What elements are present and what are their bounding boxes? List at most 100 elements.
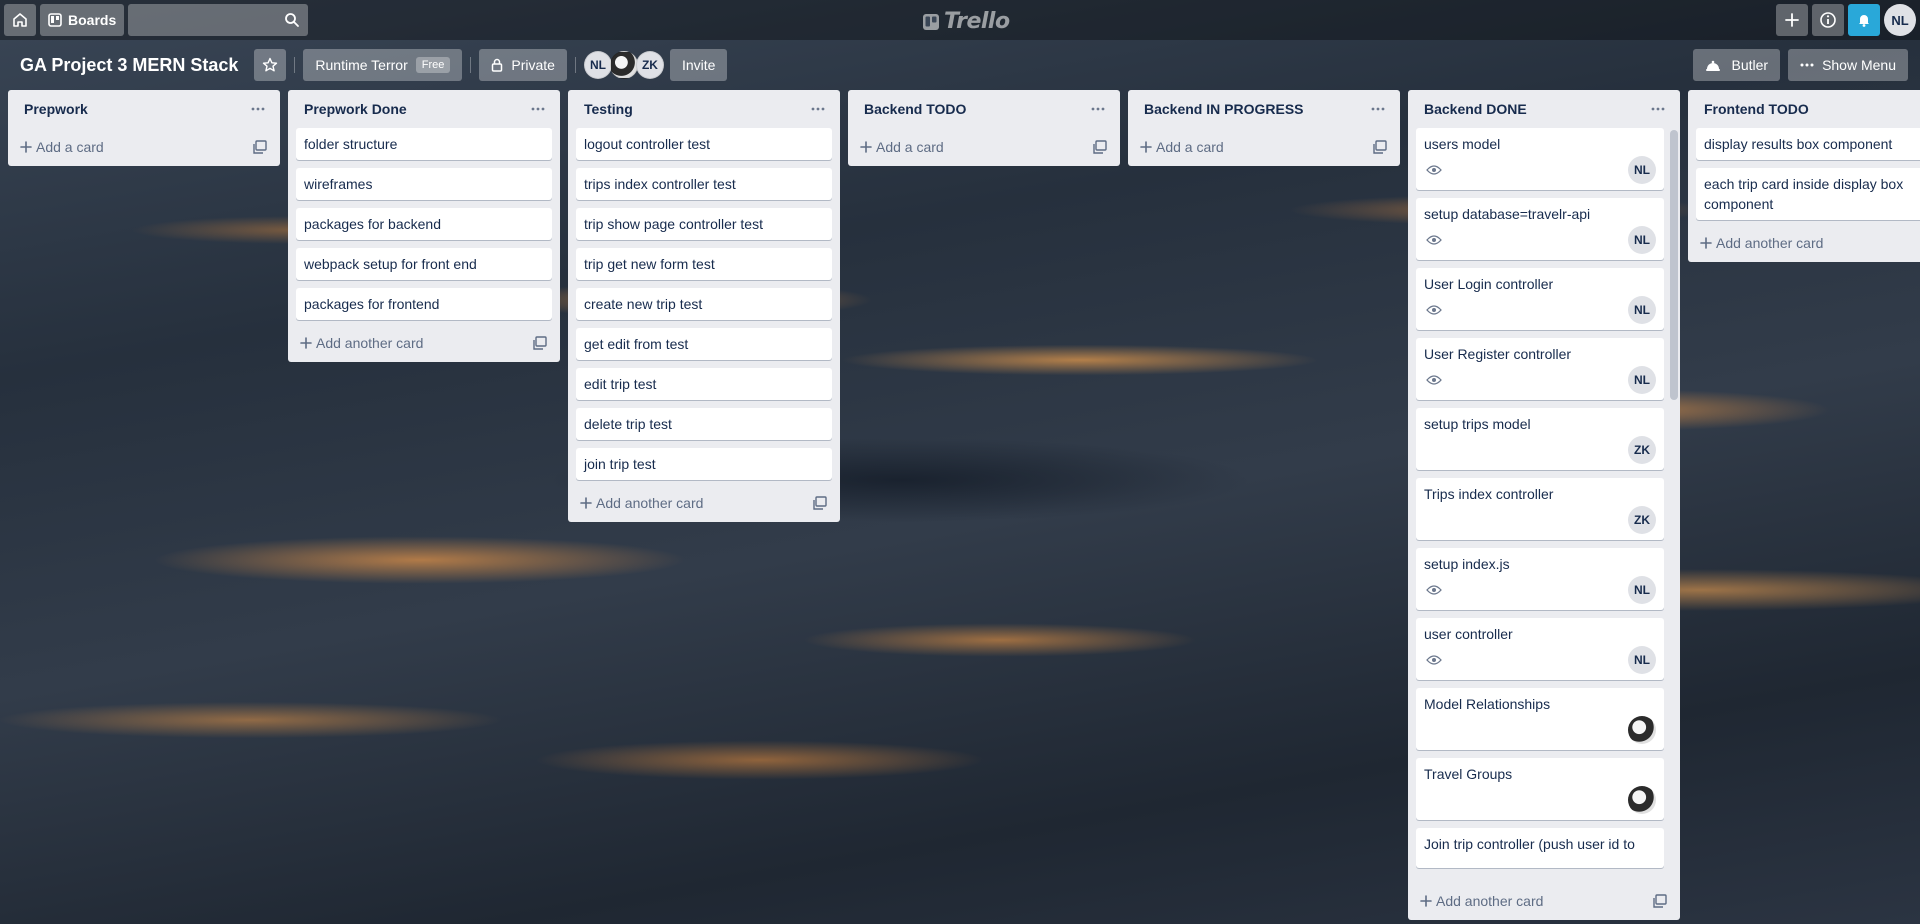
team-button[interactable]: Runtime Terror Free xyxy=(303,49,463,81)
card-member-avatar[interactable]: NL xyxy=(1628,366,1656,394)
search-input[interactable] xyxy=(128,4,309,36)
list-title[interactable]: Backend DONE xyxy=(1424,101,1527,117)
list-header[interactable]: Backend IN PROGRESS xyxy=(1128,90,1400,128)
list-title[interactable]: Frontend TODO xyxy=(1704,101,1809,117)
list-header[interactable]: Prepwork Done xyxy=(288,90,560,128)
list-title[interactable]: Backend TODO xyxy=(864,101,966,117)
card-member-avatar-photo[interactable] xyxy=(1628,716,1656,744)
create-from-template-button[interactable] xyxy=(808,491,832,515)
list-menu-button[interactable] xyxy=(526,97,550,121)
info-icon xyxy=(1820,12,1836,28)
card[interactable]: join trip test xyxy=(576,448,832,480)
list-backend-todo[interactable]: Backend TODO Add a card xyxy=(848,90,1120,166)
list-menu-button[interactable] xyxy=(1646,97,1670,121)
user-avatar[interactable]: NL xyxy=(1884,4,1916,36)
create-from-template-button[interactable] xyxy=(1088,135,1112,159)
notifications-button[interactable] xyxy=(1848,4,1880,36)
card-member-avatar[interactable]: NL xyxy=(1628,576,1656,604)
list-header[interactable]: Testing xyxy=(568,90,840,128)
star-board-button[interactable] xyxy=(254,49,287,81)
list-header[interactable]: Backend DONE xyxy=(1408,90,1680,128)
add-card-button[interactable]: Add a card xyxy=(16,139,108,155)
list-menu-button[interactable] xyxy=(246,97,270,121)
card[interactable]: logout controller test xyxy=(576,128,832,160)
card[interactable]: setup trips model ZK xyxy=(1416,408,1664,470)
card[interactable]: display results box component xyxy=(1696,128,1920,160)
card[interactable]: edit trip test xyxy=(576,368,832,400)
card[interactable]: trips index controller test xyxy=(576,168,832,200)
card-member-avatar[interactable]: NL xyxy=(1628,646,1656,674)
boards-button[interactable]: Boards xyxy=(40,4,125,36)
member-avatar-photo[interactable] xyxy=(609,51,638,79)
list-header[interactable]: Frontend TODO xyxy=(1688,90,1920,128)
add-card-button[interactable]: Add another card xyxy=(576,495,707,511)
butler-button[interactable]: Butler xyxy=(1693,49,1781,81)
search-icon[interactable] xyxy=(284,12,300,28)
plus-icon xyxy=(1420,895,1432,907)
card[interactable]: webpack setup for front end xyxy=(296,248,552,280)
list-title[interactable]: Prepwork Done xyxy=(304,101,407,117)
create-from-template-button[interactable] xyxy=(1368,135,1392,159)
create-from-template-button[interactable] xyxy=(1648,889,1672,913)
card-member-avatar[interactable]: ZK xyxy=(1628,436,1656,464)
card[interactable]: setup database=travelr-api NL xyxy=(1416,198,1664,260)
card[interactable]: get edit from test xyxy=(576,328,832,360)
card[interactable]: user controller NL xyxy=(1416,618,1664,680)
add-card-button[interactable]: Add a card xyxy=(856,139,948,155)
list-title[interactable]: Testing xyxy=(584,101,633,117)
board-title[interactable]: GA Project 3 MERN Stack xyxy=(12,55,246,76)
card[interactable]: delete trip test xyxy=(576,408,832,440)
list-scrollbar[interactable] xyxy=(1670,130,1678,400)
card[interactable]: users model NL xyxy=(1416,128,1664,190)
invite-button[interactable]: Invite xyxy=(669,49,728,81)
home-button[interactable] xyxy=(4,4,36,36)
card-member-avatar-photo[interactable] xyxy=(1628,786,1656,814)
card[interactable]: User Login controller NL xyxy=(1416,268,1664,330)
card[interactable]: Travel Groups xyxy=(1416,758,1664,820)
card[interactable]: each trip card inside display box compon… xyxy=(1696,168,1920,220)
create-button[interactable] xyxy=(1776,4,1808,36)
card[interactable]: Join trip controller (push user id to xyxy=(1416,828,1664,868)
list-title[interactable]: Prepwork xyxy=(24,101,88,117)
card[interactable]: packages for frontend xyxy=(296,288,552,320)
card-member-avatar[interactable]: NL xyxy=(1628,156,1656,184)
card[interactable]: packages for backend xyxy=(296,208,552,240)
card[interactable]: trip get new form test xyxy=(576,248,832,280)
card[interactable]: User Register controller NL xyxy=(1416,338,1664,400)
add-card-button[interactable]: Add a card xyxy=(1136,139,1228,155)
create-from-template-button[interactable] xyxy=(248,135,272,159)
add-card-button[interactable]: Add another card xyxy=(1416,893,1547,909)
list-frontend-todo[interactable]: Frontend TODO display results box compon… xyxy=(1688,90,1920,262)
show-menu-button[interactable]: Show Menu xyxy=(1788,49,1908,81)
card[interactable]: create new trip test xyxy=(576,288,832,320)
list-prepwork[interactable]: Prepwork Add a card xyxy=(8,90,280,166)
list-menu-button[interactable] xyxy=(806,97,830,121)
card-member-avatar[interactable]: ZK xyxy=(1628,506,1656,534)
card[interactable]: wireframes xyxy=(296,168,552,200)
list-title[interactable]: Backend IN PROGRESS xyxy=(1144,101,1304,117)
card-member-avatar[interactable]: NL xyxy=(1628,296,1656,324)
trello-logo[interactable]: Trello xyxy=(922,9,1010,34)
visibility-button[interactable]: Private xyxy=(479,49,567,81)
list-header[interactable]: Prepwork xyxy=(8,90,280,128)
search-field[interactable] xyxy=(128,4,309,36)
list-prepwork-done[interactable]: Prepwork Done folder structure wireframe… xyxy=(288,90,560,362)
create-from-template-button[interactable] xyxy=(528,331,552,355)
list-testing[interactable]: Testing logout controller test trips ind… xyxy=(568,90,840,522)
member-avatar[interactable]: NL xyxy=(583,51,612,79)
list-backend-done[interactable]: Backend DONE users model NL setup databa… xyxy=(1408,90,1680,920)
list-menu-button[interactable] xyxy=(1366,97,1390,121)
card-member-avatar[interactable]: NL xyxy=(1628,226,1656,254)
card[interactable]: Trips index controller ZK xyxy=(1416,478,1664,540)
card[interactable]: setup index.js NL xyxy=(1416,548,1664,610)
list-backend-in-progress[interactable]: Backend IN PROGRESS Add a card xyxy=(1128,90,1400,166)
card[interactable]: Model Relationships xyxy=(1416,688,1664,750)
card[interactable]: trip show page controller test xyxy=(576,208,832,240)
add-card-button[interactable]: Add another card xyxy=(296,335,427,351)
list-menu-button[interactable] xyxy=(1086,97,1110,121)
add-card-button[interactable]: Add another card xyxy=(1696,235,1827,251)
info-button[interactable] xyxy=(1812,4,1844,36)
card[interactable]: folder structure xyxy=(296,128,552,160)
list-header[interactable]: Backend TODO xyxy=(848,90,1120,128)
member-avatar[interactable]: ZK xyxy=(635,51,664,79)
